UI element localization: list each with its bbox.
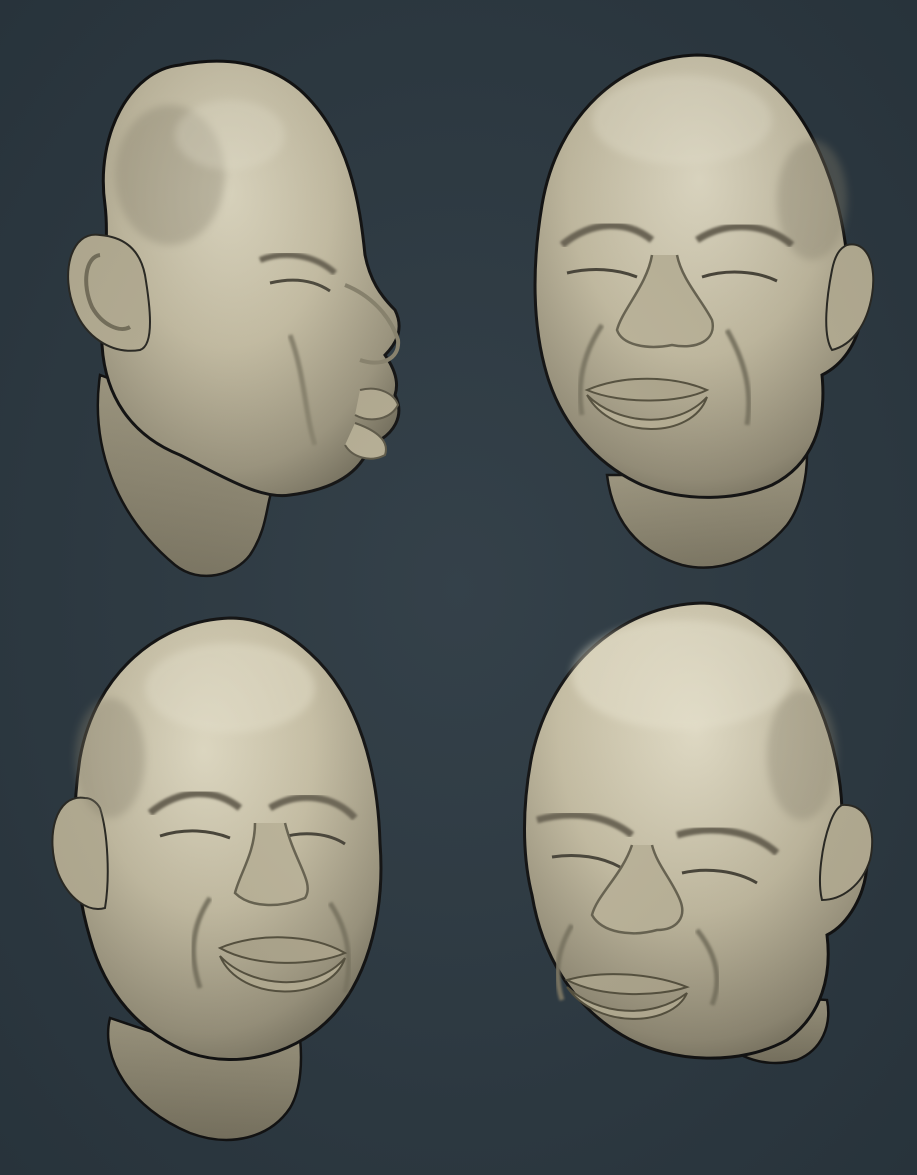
head-front-view	[40, 608, 400, 1148]
head-three-quarter-left-sculpt	[533, 53, 875, 569]
head-profile-right-view	[60, 45, 410, 590]
head-three-quarter-left-view	[522, 45, 882, 580]
viewport-canvas	[0, 0, 917, 1175]
head-three-quarter-low-view	[512, 595, 882, 1075]
head-front-sculpt	[51, 616, 383, 1142]
head-three-quarter-low-sculpt	[523, 601, 874, 1065]
head-profile-right-sculpt	[67, 59, 401, 578]
